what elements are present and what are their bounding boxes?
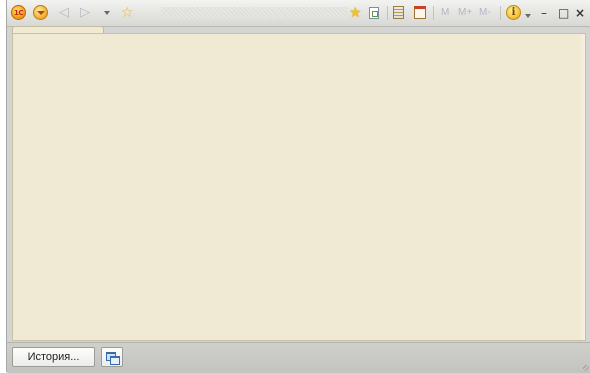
toolbar-drag-area xyxy=(161,7,347,19)
calculator-button[interactable] xyxy=(393,4,404,21)
minimize-icon: – xyxy=(541,5,547,20)
memory-plus-label: M+ xyxy=(458,7,473,18)
document-link-icon xyxy=(369,6,379,19)
info-button[interactable]: i xyxy=(506,4,521,21)
memory-minus-label: M- xyxy=(479,7,491,18)
application-window: 1С ◁ ▷ ☆ ★ M M+ M- i – □ × История... xyxy=(6,0,590,373)
calculator-icon xyxy=(393,6,404,19)
menu-dropdown-icon xyxy=(33,5,48,20)
history-button-label: История... xyxy=(27,351,80,363)
memory-m-button[interactable]: M xyxy=(441,4,449,21)
toolbar-separator xyxy=(500,6,501,20)
calendar-icon xyxy=(414,6,426,19)
calendar-button[interactable] xyxy=(414,4,426,21)
favorites-button[interactable]: ☆ xyxy=(121,4,134,21)
windows-list-button[interactable] xyxy=(101,347,123,367)
forward-arrow-icon: ▷ xyxy=(80,5,90,20)
main-menu-logo-button[interactable]: 1С xyxy=(11,4,26,21)
main-content-area xyxy=(12,33,586,341)
main-menu-dropdown-button[interactable] xyxy=(33,4,48,21)
forward-button[interactable]: ▷ xyxy=(80,4,90,21)
toolbar-separator xyxy=(433,6,434,20)
maximize-button[interactable]: □ xyxy=(558,4,569,21)
back-arrow-icon: ◁ xyxy=(59,5,69,20)
close-icon: × xyxy=(575,5,586,20)
history-button[interactable]: История... xyxy=(12,347,95,367)
star-add-icon: ★ xyxy=(349,4,362,21)
maximize-icon: □ xyxy=(558,5,570,20)
add-to-favorites-button[interactable]: ★ xyxy=(349,4,362,21)
chevron-down-icon xyxy=(525,13,531,18)
memory-minus-button[interactable]: M- xyxy=(479,4,491,21)
chevron-down-icon xyxy=(104,10,110,15)
back-button[interactable]: ◁ xyxy=(59,4,69,21)
info-dropdown-button[interactable] xyxy=(524,4,532,21)
toolbar-separator xyxy=(387,6,388,20)
memory-plus-button[interactable]: M+ xyxy=(458,4,472,21)
info-icon: i xyxy=(506,5,521,20)
history-dropdown-button[interactable] xyxy=(103,4,111,21)
logo-1c-icon: 1С xyxy=(11,5,26,20)
star-icon: ☆ xyxy=(121,4,134,21)
resize-grip[interactable] xyxy=(583,365,589,371)
link-button[interactable] xyxy=(369,4,379,21)
minimize-button[interactable]: – xyxy=(541,4,547,21)
close-button[interactable]: × xyxy=(575,4,585,21)
top-toolbar: 1С ◁ ▷ ☆ ★ M M+ M- i – □ × xyxy=(7,0,590,27)
windows-list-icon xyxy=(105,351,120,365)
bottom-panel: История... xyxy=(7,342,590,373)
memory-m-label: M xyxy=(441,7,450,18)
